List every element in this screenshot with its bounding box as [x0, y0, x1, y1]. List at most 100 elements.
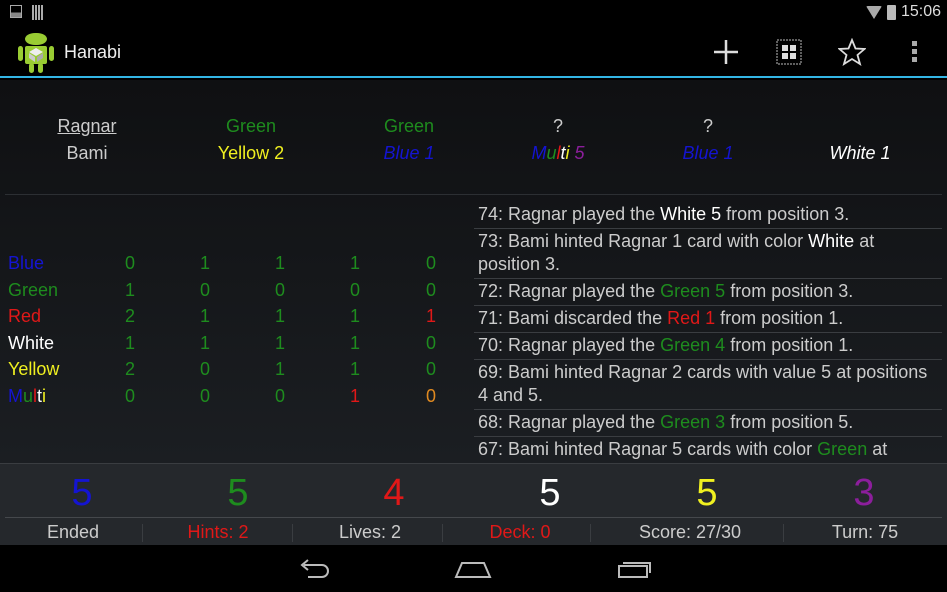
- status-item: Turn: 75: [831, 522, 899, 542]
- android-app-icon: [18, 33, 54, 73]
- log-entry: 73: Bami hinted Ragnar 1 card with color…: [474, 229, 942, 279]
- home-icon: [454, 562, 492, 578]
- card-hint: ?: [552, 116, 563, 136]
- text-segment: from position 3.: [725, 281, 854, 301]
- text-segment: Blue: [8, 253, 45, 273]
- text-segment: M: [531, 143, 547, 163]
- text-segment: White 5: [660, 204, 722, 224]
- overflow-menu-button[interactable]: [900, 37, 930, 67]
- table-cell: 1: [199, 332, 210, 353]
- log-entry: 68: Ragnar played the Green 3 from posit…: [474, 410, 942, 437]
- log-entry: 70: Ragnar played the Green 4 from posit…: [474, 333, 942, 360]
- text-segment: Blue 1: [383, 143, 435, 163]
- hand-card[interactable]: Blue 1: [334, 143, 484, 164]
- text-segment: 67: Bami hinted Ragnar 5 cards with colo…: [478, 439, 818, 459]
- status-item: Lives: 2: [338, 522, 402, 542]
- hand-card[interactable]: Blue 1: [633, 143, 783, 164]
- game-board: Ragnar Bami Green Green?? Yellow 2 Blue 1 Mu…: [0, 80, 947, 463]
- hand-card[interactable]: Yellow 2: [176, 143, 326, 164]
- battery-charging-icon: [886, 4, 896, 20]
- status-item: Ended: [46, 522, 100, 542]
- text-segment: u: [546, 143, 557, 163]
- log-entry: 71: Bami discarded the Red 1 from positi…: [474, 306, 942, 333]
- table-cell: 0: [425, 359, 436, 380]
- navigation-bar: [0, 545, 947, 592]
- table-cell: 0: [425, 253, 436, 273]
- firework-pile: 4: [383, 472, 405, 514]
- table-cell: 1: [349, 359, 360, 380]
- table-cell: 1: [349, 386, 360, 406]
- text-segment: White: [8, 332, 55, 353]
- firework-pile: 5: [227, 472, 249, 514]
- recent-apps-button[interactable]: [609, 555, 659, 583]
- table-cell: 1: [425, 306, 436, 327]
- firework-pile: 3: [853, 472, 875, 514]
- text-segment: i: [42, 386, 47, 406]
- text-segment: from position 5.: [725, 412, 854, 432]
- text-segment: White 1: [829, 143, 891, 163]
- player-name-active[interactable]: Ragnar: [12, 116, 162, 137]
- text-segment: from position 3.: [721, 204, 850, 224]
- card-hint: Green: [225, 116, 277, 136]
- table-cell: 0: [124, 253, 135, 273]
- clock: 15:06: [900, 3, 941, 20]
- bottom-panel: 5 5 4 5 5 3 Ended Hints: 2 Lives: 2 Deck: 0 Score…: [0, 463, 947, 545]
- back-icon: [300, 559, 329, 578]
- table-cell: 1: [349, 332, 360, 353]
- text-segment: Green 3: [660, 412, 726, 432]
- status-item: Hints: 2: [187, 522, 249, 542]
- table-row-label: Yellow: [8, 359, 59, 385]
- text-segment: 68: Ragnar played the: [478, 412, 661, 432]
- hand-card[interactable]: Multi 5: [483, 143, 633, 164]
- table-cell: 1: [124, 279, 135, 300]
- home-button[interactable]: [448, 555, 498, 583]
- divider: [5, 194, 942, 195]
- image-icon: [10, 5, 22, 18]
- add-button[interactable]: [711, 37, 741, 67]
- table-cell: 0: [425, 386, 436, 406]
- app-title: Hanabi: [64, 42, 122, 62]
- firework-pile: 5: [71, 472, 93, 514]
- table-cell: 1: [124, 332, 135, 353]
- game-log[interactable]: 74: Ragnar played the White 5 from posit…: [474, 202, 942, 463]
- table-cell: 1: [349, 306, 360, 327]
- text-segment: M: [8, 386, 23, 406]
- hand-card[interactable]: White 1: [785, 143, 935, 164]
- log-entry: 72: Ragnar played the Green 5 from posit…: [474, 279, 942, 306]
- status-bar: 15:06: [0, 0, 947, 25]
- separator: [590, 524, 591, 542]
- table-cell: 0: [124, 386, 135, 406]
- text-segment: Green 5: [660, 281, 726, 301]
- separator: [142, 524, 143, 542]
- barcode-icon: [32, 5, 44, 20]
- grid-button[interactable]: [774, 37, 804, 67]
- card-hint: Green: [383, 116, 435, 136]
- text-segment: u: [23, 386, 34, 406]
- table-row-label: Blue: [8, 253, 44, 279]
- text-segment: 70: Ragnar played the: [478, 335, 661, 355]
- log-entry: 67: Bami hinted Ragnar 5 cards with colo…: [474, 437, 942, 463]
- back-button[interactable]: [289, 555, 339, 583]
- table-cell: 2: [124, 359, 135, 380]
- table-cell: 0: [199, 386, 210, 406]
- grid-icon: [776, 39, 802, 65]
- action-bar: Hanabi: [0, 25, 947, 78]
- recent-apps-icon: [618, 562, 651, 578]
- divider: [5, 517, 942, 518]
- text-segment: 71: Bami discarded the: [478, 308, 668, 328]
- text-segment: Red: [8, 306, 42, 327]
- favorite-button[interactable]: [837, 37, 867, 67]
- text-segment: Green: [8, 279, 59, 300]
- firework-pile: 5: [696, 472, 718, 514]
- table-cell: 1: [274, 332, 285, 353]
- add-icon: [714, 40, 738, 64]
- table-cell: 0: [199, 359, 210, 380]
- table-row-label: Red: [8, 306, 41, 332]
- log-entry: 69: Bami hinted Ragnar 2 cards with valu…: [474, 360, 942, 410]
- table-cell: 1: [274, 306, 285, 327]
- firework-pile: 5: [539, 472, 561, 514]
- player-name-other[interactable]: Bami: [12, 143, 162, 164]
- text-segment: Blue 1: [682, 143, 734, 163]
- text-segment: 5: [569, 143, 585, 163]
- table-cell: 1: [199, 306, 210, 327]
